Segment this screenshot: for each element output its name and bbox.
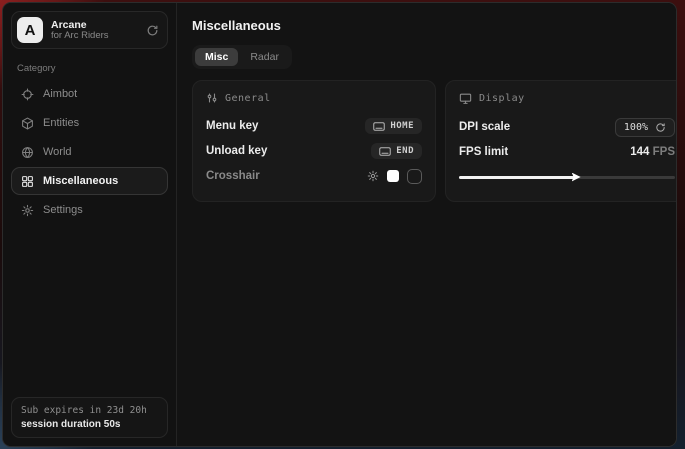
sidebar-item-label: Miscellaneous (43, 175, 118, 187)
crosshair-color-swatch[interactable] (387, 170, 399, 182)
session-duration-text: session duration 50s (21, 419, 158, 430)
app-subtitle: for Arc Riders (51, 31, 138, 42)
sidebar-item-label: Aimbot (43, 88, 77, 100)
menu-key-row: Menu key HOME (206, 114, 422, 138)
fps-limit-value: 144 (630, 146, 649, 158)
grid-icon (21, 175, 34, 188)
sync-icon[interactable] (146, 24, 159, 37)
sidebar: A Arcane for Arc Riders Category Aimbot (3, 3, 177, 446)
menu-key-binding[interactable]: HOME (365, 118, 422, 134)
sidebar-item-settings[interactable]: Settings (11, 196, 168, 224)
sidebar-item-label: World (43, 146, 72, 158)
app-logo: A (17, 17, 43, 43)
app-window: A Arcane for Arc Riders Category Aimbot (2, 2, 677, 447)
refresh-icon[interactable] (655, 122, 666, 133)
unload-key-label: Unload key (206, 145, 267, 157)
sidebar-item-miscellaneous[interactable]: Miscellaneous (11, 167, 168, 195)
sidebar-item-entities[interactable]: Entities (11, 109, 168, 137)
fps-slider-fill (459, 176, 576, 179)
main-content: Miscellaneous Misc Radar General Menu ke… (177, 3, 677, 446)
fps-limit-label: FPS limit (459, 146, 508, 158)
crosshair-row: Crosshair (206, 164, 422, 188)
unload-key-binding[interactable]: END (371, 143, 422, 159)
monitor-icon (459, 92, 472, 105)
tab-bar: Misc Radar (192, 45, 292, 69)
dpi-scale-control[interactable]: 100% (615, 118, 675, 137)
sub-expiry-text: Sub expires in 23d 20h (21, 405, 158, 416)
tab-misc[interactable]: Misc (195, 48, 238, 66)
general-card: General Menu key HOME Unload key (192, 80, 436, 202)
tab-radar[interactable]: Radar (240, 48, 289, 66)
crosshair-settings-gear-icon[interactable] (367, 170, 379, 182)
page-title: Miscellaneous (192, 18, 677, 33)
keyboard-icon (379, 147, 391, 156)
dpi-scale-label: DPI scale (459, 121, 510, 133)
card-title: Display (479, 93, 525, 104)
fps-limit-slider[interactable] (459, 171, 675, 183)
crosshair-checkbox[interactable] (407, 169, 422, 184)
sidebar-item-aimbot[interactable]: Aimbot (11, 80, 168, 108)
globe-icon (21, 146, 34, 159)
crosshair-label: Crosshair (206, 170, 260, 182)
crosshair-icon (21, 88, 34, 101)
entities-icon (21, 117, 34, 130)
gear-icon (21, 204, 34, 217)
app-name: Arcane (51, 19, 138, 31)
sidebar-item-world[interactable]: World (11, 138, 168, 166)
card-title: General (225, 93, 271, 104)
sidebar-item-label: Settings (43, 204, 83, 216)
display-card: Display DPI scale 100% FPS limit (445, 80, 677, 202)
unload-key-row: Unload key END (206, 139, 422, 163)
category-label: Category (17, 63, 162, 74)
keyboard-icon (373, 122, 385, 131)
sidebar-nav: Aimbot Entities World (11, 80, 168, 224)
fps-limit-row: FPS limit 144 FPS (459, 140, 675, 164)
fps-limit-unit: FPS (653, 146, 675, 158)
dpi-scale-row: DPI scale 100% (459, 115, 675, 139)
brand-card: A Arcane for Arc Riders (11, 11, 168, 49)
menu-key-label: Menu key (206, 120, 258, 132)
dpi-scale-value: 100% (624, 122, 648, 133)
sidebar-item-label: Entities (43, 117, 79, 129)
subscription-card: Sub expires in 23d 20h session duration … (11, 397, 168, 438)
sliders-icon (206, 92, 218, 104)
